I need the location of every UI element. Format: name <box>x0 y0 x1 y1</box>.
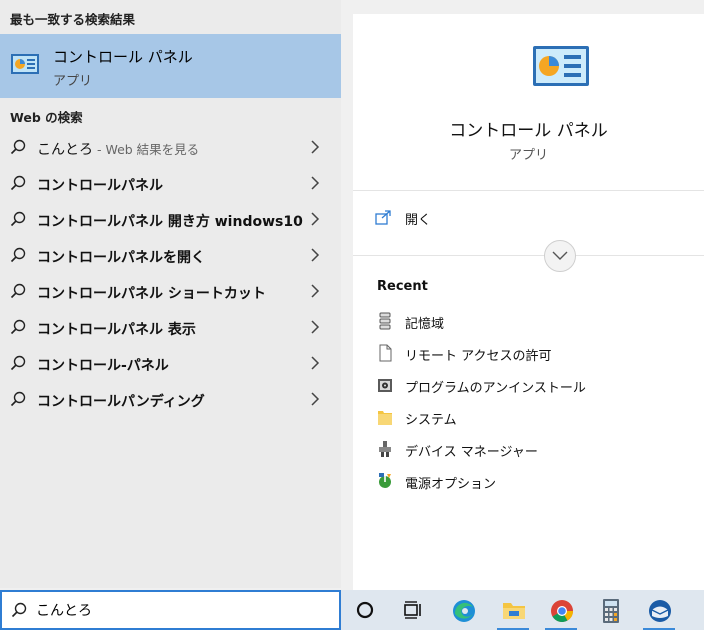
suggestion-text: コントロールパネルを開く <box>37 247 205 267</box>
open-icon <box>375 210 391 225</box>
open-action[interactable]: 開く <box>375 209 575 231</box>
recent-item-label: リモート アクセスの許可 <box>405 349 552 364</box>
chevron-right-icon[interactable] <box>309 284 321 298</box>
suggestion-text: コントロールパネル 開き方 windows10 <box>37 211 303 231</box>
recent-item[interactable]: 電源オプション <box>377 470 677 492</box>
chevron-down-icon <box>552 251 568 260</box>
search-icon <box>10 139 26 155</box>
recent-item[interactable]: システム <box>377 406 677 428</box>
best-match-item[interactable]: コントロール パネル アプリ <box>0 34 341 98</box>
recent-item[interactable]: 記憶域 <box>377 310 677 332</box>
search-icon <box>10 319 26 335</box>
recent-item[interactable]: プログラムのアンインストール <box>377 374 677 396</box>
calculator-icon <box>603 599 619 623</box>
thunderbird-button[interactable] <box>637 590 681 630</box>
best-match-subtitle: アプリ <box>53 74 93 89</box>
search-icon <box>10 283 26 299</box>
device-manager-icon <box>379 441 391 457</box>
web-suggestion-item[interactable]: コントロールパネル ショートカット <box>0 274 341 310</box>
web-suggestion-item[interactable]: こんとろ - Web 結果を見る <box>0 130 341 166</box>
search-icon <box>11 602 27 618</box>
recent-item[interactable]: デバイス マネージャー <box>377 438 677 460</box>
open-label: 開く <box>405 213 432 228</box>
folder-icon <box>378 411 392 425</box>
web-suggestion-item[interactable]: コントロールパネル <box>0 166 341 202</box>
power-options-icon <box>379 473 391 488</box>
preview-title: コントロール パネル <box>449 121 608 141</box>
divider <box>353 190 704 191</box>
file-explorer-button[interactable] <box>491 590 535 630</box>
control-panel-icon <box>11 54 39 74</box>
preview-subtitle: アプリ <box>508 148 548 163</box>
chrome-icon <box>551 600 573 622</box>
suggestion-query: こんとろ <box>37 142 93 158</box>
storage-icon <box>379 312 391 330</box>
web-suggestion-item[interactable]: コントロールパネル 開き方 windows10 <box>0 202 341 238</box>
task-view-button[interactable] <box>391 590 435 630</box>
recent-item[interactable]: リモート アクセスの許可 <box>377 342 677 364</box>
file-explorer-icon <box>503 603 525 619</box>
edge-button[interactable] <box>441 590 485 630</box>
search-icon <box>10 247 26 263</box>
search-box[interactable] <box>0 590 341 630</box>
recent-item-label: 電源オプション <box>405 477 497 492</box>
web-suggestion-item[interactable]: コントロール-パネル <box>0 346 341 382</box>
task-view-icon <box>404 601 421 619</box>
cortana-icon <box>356 601 374 619</box>
chevron-right-icon[interactable] <box>309 248 321 262</box>
thunderbird-icon <box>649 600 671 622</box>
web-suggestion-item[interactable]: コントロールパンディング <box>0 382 341 418</box>
best-match-title: コントロール パネル <box>53 48 193 66</box>
suggestion-hint: - Web 結果を見る <box>93 142 200 157</box>
web-suggestion-item[interactable]: コントロールパネルを開く <box>0 238 341 274</box>
suggestion-query: コントロールパネル ショートカット <box>37 286 266 302</box>
best-match-header: 最も一致する検索結果 <box>10 12 136 27</box>
calculator-button[interactable] <box>589 590 633 630</box>
search-input[interactable] <box>36 600 326 620</box>
recent-item-label: 記憶域 <box>405 317 445 332</box>
chevron-right-icon[interactable] <box>309 212 321 226</box>
expand-button[interactable] <box>544 240 576 272</box>
suggestion-query: コントロールパンディング <box>37 394 205 410</box>
chevron-right-icon[interactable] <box>309 176 321 190</box>
suggestion-text: コントロール-パネル <box>37 355 169 375</box>
recent-item-label: システム <box>405 413 457 428</box>
web-suggestion-item[interactable]: コントロールパネル 表示 <box>0 310 341 346</box>
suggestion-text: コントロールパネル ショートカット <box>37 283 266 303</box>
web-search-header: Web の検索 <box>10 110 83 125</box>
search-icon <box>10 175 26 191</box>
taskbar <box>341 590 704 630</box>
suggestion-text: コントロールパネル 表示 <box>37 319 196 339</box>
suggestion-text: コントロールパネル <box>37 175 163 195</box>
control-panel-large-icon <box>533 46 589 86</box>
chevron-right-icon[interactable] <box>309 140 321 154</box>
suggestion-text: コントロールパンディング <box>37 391 205 411</box>
chevron-right-icon[interactable] <box>309 392 321 406</box>
search-icon <box>10 211 26 227</box>
edge-icon <box>453 600 475 622</box>
preview-panel: コントロール パネル アプリ 開く Recent 記憶域リモート アクセスの許可… <box>353 14 704 590</box>
chrome-button[interactable] <box>539 590 583 630</box>
chevron-right-icon[interactable] <box>309 320 321 334</box>
suggestion-query: コントロールパネル 表示 <box>37 322 196 338</box>
recent-item-label: デバイス マネージャー <box>405 445 538 460</box>
search-icon <box>10 391 26 407</box>
suggestion-query: コントロールパネルを開く <box>37 250 205 266</box>
recent-header: Recent <box>377 279 428 294</box>
recent-item-label: プログラムのアンインストール <box>405 381 586 396</box>
divider <box>353 255 704 256</box>
search-icon <box>10 355 26 371</box>
suggestion-query: コントロールパネル 開き方 windows10 <box>37 214 303 230</box>
suggestion-query: コントロールパネル <box>37 178 163 194</box>
search-results-panel: 最も一致する検索結果 コントロール パネル アプリ Web の検索 こんとろ -… <box>0 0 341 588</box>
cortana-button[interactable] <box>343 590 387 630</box>
suggestion-query: コントロール-パネル <box>37 358 169 374</box>
suggestion-text: こんとろ - Web 結果を見る <box>37 139 199 159</box>
programs-icon <box>378 379 392 392</box>
chevron-right-icon[interactable] <box>309 356 321 370</box>
document-icon <box>379 344 392 362</box>
